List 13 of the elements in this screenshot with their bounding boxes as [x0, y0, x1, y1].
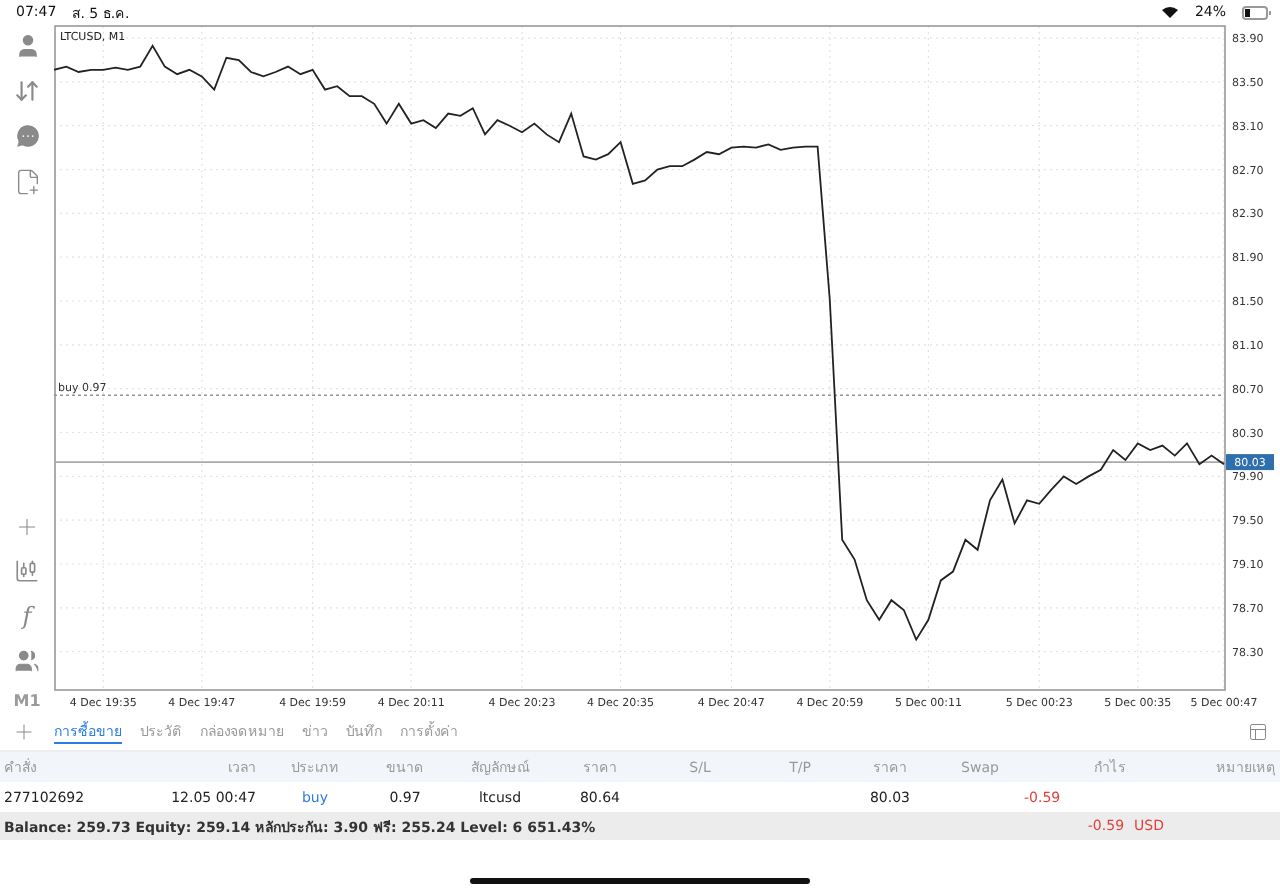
crosshair-icon[interactable]	[14, 514, 40, 540]
objects-icon[interactable]	[14, 648, 40, 674]
wifi-icon	[1162, 6, 1179, 18]
indicator-button[interactable]: f	[22, 602, 32, 630]
chat-icon[interactable]	[13, 122, 41, 150]
layout-icon[interactable]	[1248, 722, 1268, 742]
add-icon[interactable]	[12, 720, 36, 744]
account-icon[interactable]	[13, 32, 41, 60]
trade-arrows-icon[interactable]	[14, 78, 40, 104]
battery-icon	[1242, 5, 1272, 19]
candlestick-icon[interactable]	[14, 558, 40, 584]
timeframe-button[interactable]: M1	[13, 692, 41, 710]
new-document-icon[interactable]	[13, 168, 41, 196]
